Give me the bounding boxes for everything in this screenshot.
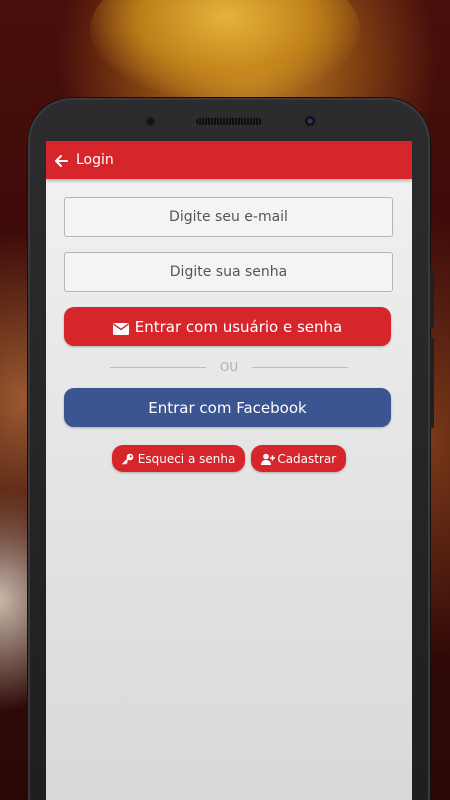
envelope-icon (112, 321, 129, 335)
background-photo: Login Entrar com usuário e senha (0, 0, 450, 800)
phone-speaker (196, 118, 262, 125)
phone-frame: Login Entrar com usuário e senha (28, 98, 434, 800)
register-label: Cadastrar (277, 451, 337, 466)
page-title: Login (76, 152, 114, 168)
user-plus-icon (261, 453, 276, 465)
facebook-login-button[interactable]: Entrar com Facebook (64, 388, 391, 427)
password-field[interactable] (64, 252, 393, 292)
phone-side-button (430, 268, 434, 328)
email-field[interactable] (64, 197, 393, 237)
key-icon (122, 453, 134, 465)
login-form: Entrar com usuário e senha OU Entrar com… (46, 179, 412, 472)
divider-text: OU (219, 360, 239, 374)
or-divider: OU (64, 360, 394, 374)
register-button[interactable]: Cadastrar (251, 445, 347, 472)
divider-line (109, 366, 206, 368)
forgot-password-button[interactable]: Esqueci a senha (111, 445, 246, 472)
phone-sensor (145, 116, 156, 127)
app-screen: Login Entrar com usuário e senha (46, 141, 412, 800)
login-button-label: Entrar com usuário e senha (134, 317, 343, 336)
facebook-button-label: Entrar com Facebook (148, 398, 307, 417)
app-bar: Login (46, 141, 412, 179)
arrow-left-icon[interactable] (54, 153, 68, 167)
phone-volume-button (430, 338, 434, 428)
phone-front-camera (303, 114, 317, 128)
forgot-password-label: Esqueci a senha (137, 451, 236, 466)
background-pepper (90, 0, 360, 100)
divider-line (252, 366, 349, 368)
secondary-actions: Esqueci a senha Cadastrar (64, 445, 394, 472)
login-button[interactable]: Entrar com usuário e senha (64, 307, 391, 346)
